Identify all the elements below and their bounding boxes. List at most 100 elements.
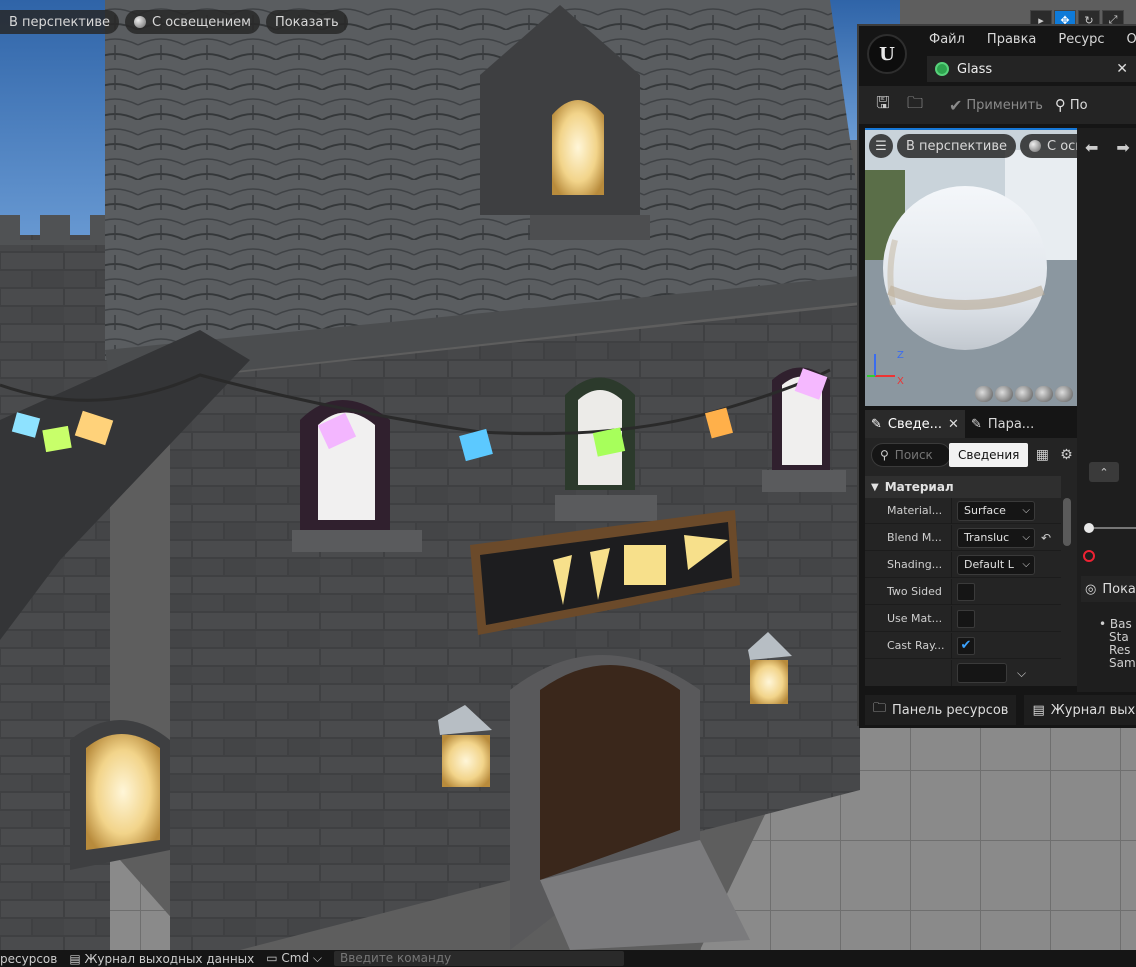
stats-item: Sam bbox=[1109, 656, 1136, 670]
details-search-input[interactable]: ⚲ bbox=[871, 443, 951, 467]
palette-show-tab[interactable]: ◎ Пока bbox=[1081, 576, 1136, 602]
tab-parameters-label: Пара... bbox=[987, 416, 1035, 432]
value-input[interactable] bbox=[957, 663, 1007, 683]
property-row: Two Sided bbox=[865, 578, 1061, 605]
details-panel: ⚲ Сведения ▦ ⚙ ▼ Материал Material... Su… bbox=[865, 438, 1077, 686]
content-browser-label: Панель ресурсов bbox=[892, 702, 1009, 718]
check-icon: ✔ bbox=[960, 638, 972, 653]
chevron-down-icon: ⌵ bbox=[1022, 559, 1030, 570]
preview-menu-icon[interactable]: ☰ bbox=[869, 134, 893, 158]
browse-asset-icon[interactable]: 🗀 bbox=[901, 91, 929, 119]
collapse-chevron-icon[interactable]: ⌃ bbox=[1089, 462, 1119, 482]
blend-mode-dropdown[interactable]: Transluc ⌵ bbox=[957, 527, 1035, 548]
view-mode-label: В перспективе bbox=[9, 14, 110, 30]
output-log-tab[interactable]: ▤ Журнал выходны bbox=[1024, 695, 1136, 725]
eye-icon: ◎ bbox=[1085, 581, 1097, 597]
menu-edit[interactable]: Правка bbox=[987, 32, 1036, 47]
close-tab-icon[interactable]: ✕ bbox=[948, 417, 959, 432]
sphere-shape-icon[interactable] bbox=[995, 386, 1013, 402]
folder-icon: 🗀 bbox=[873, 701, 887, 716]
lit-sphere-icon bbox=[1028, 140, 1041, 152]
output-log-label: Журнал выходны bbox=[1050, 702, 1136, 718]
cmd-dropdown[interactable]: ▭ Cmd ⌵ bbox=[266, 951, 322, 966]
teapot-shape-icon[interactable] bbox=[1055, 386, 1073, 402]
close-tab-icon[interactable]: ✕ bbox=[1116, 61, 1136, 77]
property-label: Use Mat... bbox=[887, 612, 943, 625]
unreal-logo-icon[interactable]: U bbox=[867, 34, 907, 74]
table-view-icon[interactable]: ▦ bbox=[1032, 447, 1052, 463]
search-label: По bbox=[1069, 97, 1088, 113]
property-row: Material... Surface ⌵ bbox=[865, 497, 1061, 524]
lighting-mode-button[interactable]: С освещением bbox=[124, 10, 260, 34]
property-label: Blend M... bbox=[887, 531, 942, 544]
save-icon[interactable]: 🖫 bbox=[869, 91, 897, 119]
material-domain-dropdown[interactable]: Surface ⌵ bbox=[957, 500, 1035, 521]
cylinder-shape-icon[interactable] bbox=[975, 386, 993, 402]
graph-nav: ⬅ ➡ bbox=[1085, 138, 1130, 157]
main-status-bar: ресурсов ▤ Журнал выходных данных ▭ Cmd … bbox=[0, 950, 1136, 967]
log-icon: ▤ bbox=[1032, 702, 1045, 718]
material-asset-icon bbox=[935, 62, 949, 76]
material-section-header[interactable]: ▼ Материал bbox=[865, 476, 1061, 498]
forward-arrow-icon[interactable]: ➡ bbox=[1116, 138, 1129, 157]
property-label: Material... bbox=[887, 504, 943, 517]
material-editor-window: U Файл Правка Ресурс Окно Glass ✕ 🖫 🗀 ✔ … bbox=[857, 24, 1136, 728]
apply-label: Применить bbox=[966, 97, 1043, 113]
chevron-down-icon: ⌵ bbox=[1022, 532, 1030, 543]
reset-arrow-icon[interactable]: ↶ bbox=[1041, 531, 1051, 545]
menu-bar: Файл Правка Ресурс Окно bbox=[929, 32, 1136, 47]
property-row: Cast Ray... ✔ bbox=[865, 632, 1061, 659]
tab-parameters[interactable]: ✎ Пара... bbox=[965, 410, 1040, 438]
property-row: Use Mat... bbox=[865, 605, 1061, 632]
svg-text:X: X bbox=[897, 376, 904, 387]
material-section-title: Материал bbox=[884, 480, 954, 494]
property-row: Shading... Default L ⌵ bbox=[865, 551, 1061, 578]
menu-file[interactable]: Файл bbox=[929, 32, 965, 47]
editor-bottom-tabs: 🗀 Панель ресурсов ▤ Журнал выходны bbox=[859, 692, 1136, 728]
preview-shape-buttons bbox=[975, 386, 1073, 402]
preview-view-mode-button[interactable]: В перспективе bbox=[897, 134, 1016, 158]
apply-button[interactable]: ✔ Применить bbox=[949, 96, 1043, 115]
property-row: ⌵ bbox=[865, 660, 1061, 686]
shading-model-dropdown[interactable]: Default L ⌵ bbox=[957, 554, 1035, 575]
chevron-down-icon: ⌵ bbox=[1022, 505, 1030, 516]
output-log-button[interactable]: ▤ Журнал выходных данных bbox=[69, 952, 254, 966]
content-drawer-button[interactable]: ресурсов bbox=[0, 952, 57, 966]
view-mode-button[interactable]: В перспективе bbox=[0, 10, 119, 34]
use-material-attributes-checkbox[interactable] bbox=[957, 609, 975, 628]
preview-lighting-button[interactable]: С осв bbox=[1019, 134, 1077, 158]
search-icon: ⚲ bbox=[880, 448, 889, 462]
command-input[interactable]: Введите команду bbox=[334, 951, 625, 966]
tab-details-label: Сведе... bbox=[887, 416, 943, 432]
preview-view-mode-label: В перспективе bbox=[906, 138, 1007, 154]
cube-shape-icon[interactable] bbox=[1035, 386, 1053, 402]
tooltip: Сведения bbox=[949, 443, 1029, 467]
lit-sphere-icon bbox=[133, 16, 146, 28]
details-tab-bar: ✎ Сведе... ✕ ✎ Пара... bbox=[865, 410, 1077, 438]
details-search-row: ⚲ Сведения ▦ ⚙ bbox=[871, 443, 1076, 467]
preview-sphere: Z X bbox=[865, 130, 1077, 406]
tab-details[interactable]: ✎ Сведе... ✕ bbox=[865, 410, 965, 438]
lighting-mode-label: С освещением bbox=[151, 14, 251, 30]
property-row: Blend M... Transluc ⌵ ↶ bbox=[865, 524, 1061, 551]
property-label: Shading... bbox=[887, 558, 943, 571]
preview-toolbar: ☰ В перспективе С осв bbox=[869, 134, 1077, 158]
material-preview-viewport[interactable]: Z X ☰ В перспективе С осв bbox=[865, 128, 1077, 406]
search-button[interactable]: ⚲ По bbox=[1055, 96, 1088, 114]
asset-tab[interactable]: Glass ✕ bbox=[927, 56, 1136, 82]
two-sided-checkbox[interactable] bbox=[957, 582, 975, 601]
menu-asset[interactable]: Ресурс bbox=[1058, 32, 1104, 47]
content-browser-tab[interactable]: 🗀 Панель ресурсов bbox=[865, 695, 1017, 725]
chevron-down-icon[interactable]: ⌵ bbox=[1017, 666, 1026, 681]
gear-icon[interactable]: ⚙ bbox=[1056, 447, 1076, 463]
apply-check-icon: ✔ bbox=[949, 95, 963, 115]
asset-tab-title: Glass bbox=[957, 61, 993, 77]
back-arrow-icon[interactable]: ⬅ bbox=[1085, 138, 1098, 157]
stats-list: • Bas Sta Res Sam bbox=[1099, 618, 1136, 670]
show-button[interactable]: Показать bbox=[265, 10, 348, 34]
menu-window[interactable]: Окно bbox=[1126, 32, 1136, 47]
details-scrollbar[interactable] bbox=[1063, 498, 1071, 546]
details-search-field[interactable] bbox=[894, 448, 945, 462]
plane-shape-icon[interactable] bbox=[1015, 386, 1033, 402]
cast-ray-traced-shadows-checkbox[interactable]: ✔ bbox=[957, 636, 975, 655]
